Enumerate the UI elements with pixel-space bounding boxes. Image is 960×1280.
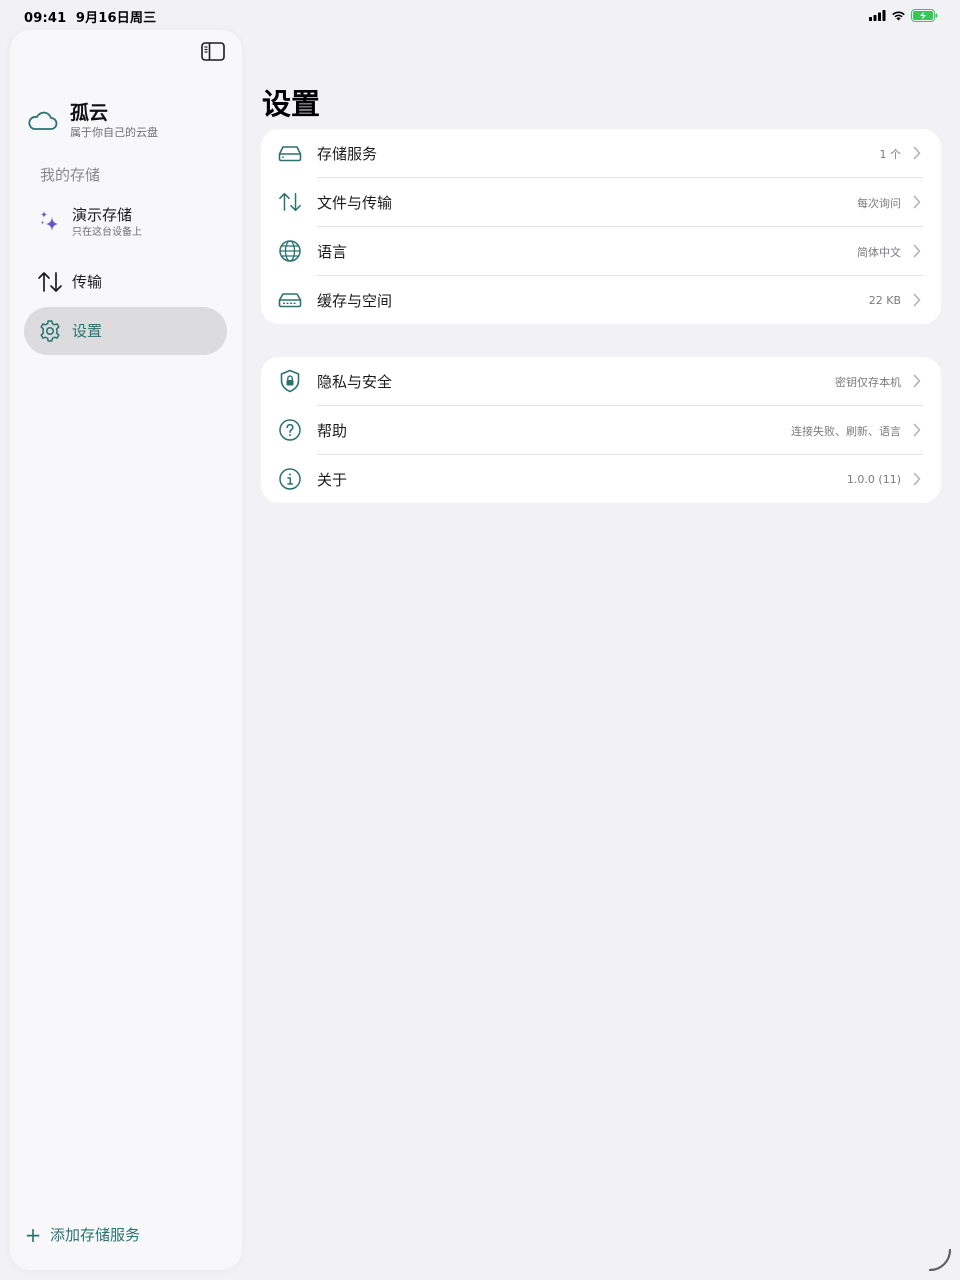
settings-row-label: 关于 <box>317 471 348 489</box>
chevron-right-icon <box>913 374 921 388</box>
arrow-up-down-icon <box>278 190 302 214</box>
sidebar-item-transfer[interactable]: 传输 <box>24 258 227 306</box>
chevron-right-icon <box>913 423 921 437</box>
status-date: 9月16日周三 <box>75 11 157 26</box>
sidebar-item-subtitle: 只在这台设备上 <box>72 226 142 238</box>
settings-row-value: 每次询问 <box>857 196 901 210</box>
chevron-right-icon <box>913 195 921 209</box>
sidebar-item-settings[interactable]: 设置 <box>24 307 227 355</box>
sparkles-icon <box>36 208 64 236</box>
settings-row-label: 缓存与空间 <box>317 292 393 310</box>
drive-icon <box>278 288 302 312</box>
settings-row-label: 文件与传输 <box>317 194 393 212</box>
battery-charging-icon <box>911 8 938 22</box>
settings-row-label: 语言 <box>317 243 348 261</box>
add-storage-service-label: 添加存储服务 <box>50 1226 141 1244</box>
settings-row-label: 帮助 <box>317 422 348 440</box>
info-circle-icon <box>278 467 302 491</box>
settings-row-value: 1.0.0 (11) <box>846 473 901 486</box>
status-indicators <box>869 8 938 22</box>
settings-row-storage-services[interactable]: 存储服务 1 个 <box>261 129 941 178</box>
chevron-right-icon <box>913 293 921 307</box>
app-title: 孤云 <box>70 102 109 124</box>
app-header: 孤云 属于你自己的云盘 <box>26 102 158 140</box>
sidebar-toggle-icon <box>201 41 225 61</box>
page-title: 设置 <box>262 87 321 121</box>
app-title-block: 孤云 属于你自己的云盘 <box>70 102 158 140</box>
settings-row-value: 1 个 <box>879 147 902 161</box>
question-circle-icon <box>278 418 302 442</box>
settings-row-label: 隐私与安全 <box>317 373 393 391</box>
plus-icon: + <box>24 1222 42 1247</box>
section-label-my-storage: 我的存储 <box>40 166 101 184</box>
status-clock: 09:41 <box>24 11 67 26</box>
sidebar-toggle-button[interactable] <box>200 40 226 62</box>
settings-row-label: 存储服务 <box>317 145 378 163</box>
settings-row-file-transfer[interactable]: 文件与传输 每次询问 <box>261 178 941 227</box>
sidebar-item-label: 演示存储 <box>72 205 133 224</box>
chevron-right-icon <box>913 472 921 486</box>
arrow-up-down-icon <box>36 268 64 296</box>
cloud-icon <box>28 111 58 130</box>
status-time: 09:41 9月16日周三 <box>24 7 156 26</box>
sidebar-item-label: 设置 <box>72 322 103 340</box>
chevron-right-icon <box>913 244 921 258</box>
window-resize-handle-icon[interactable] <box>928 1248 952 1272</box>
settings-row-cache[interactable]: 缓存与空间 22 KB <box>261 276 941 325</box>
settings-row-language[interactable]: 语言 简体中文 <box>261 227 941 276</box>
settings-row-about[interactable]: 关于 1.0.0 (11) <box>261 455 941 504</box>
sidebar: 孤云 属于你自己的云盘 我的存储 演示存储 只在这台设备上 传输 设置 + 添加… <box>10 30 242 1270</box>
settings-row-help[interactable]: 帮助 连接失败、刷新、语言 <box>261 406 941 455</box>
signal-icon <box>869 9 886 21</box>
globe-icon <box>278 239 302 263</box>
settings-row-privacy[interactable]: 隐私与安全 密钥仅存本机 <box>261 357 941 406</box>
sidebar-item-settings-text: 设置 <box>72 322 102 340</box>
gear-icon <box>36 317 64 345</box>
status-bar: 09:41 9月16日周三 <box>0 0 960 30</box>
chevron-right-icon <box>913 146 921 160</box>
add-storage-service-button[interactable]: + 添加存储服务 <box>24 1224 140 1245</box>
sidebar-item-demo-text: 演示存储 只在这台设备上 <box>72 206 142 239</box>
hard-drive-icon <box>278 141 302 165</box>
settings-group-general: 存储服务 1 个 文件与传输 每次询问 语言 简体中文 缓存与空间 22 KB <box>261 129 941 324</box>
settings-row-value: 密钥仅存本机 <box>835 375 901 389</box>
settings-row-value: 连接失败、刷新、语言 <box>791 424 901 438</box>
lock-shield-icon <box>278 369 302 393</box>
wifi-icon <box>892 10 905 20</box>
app-subtitle: 属于你自己的云盘 <box>70 126 158 139</box>
sidebar-item-transfer-text: 传输 <box>72 273 102 291</box>
sidebar-item-label: 传输 <box>72 273 103 291</box>
settings-row-value: 22 KB <box>868 294 901 307</box>
sidebar-item-demo-storage[interactable]: 演示存储 只在这台设备上 <box>24 196 227 248</box>
settings-group-about: 隐私与安全 密钥仅存本机 帮助 连接失败、刷新、语言 关于 1.0.0 (11) <box>261 357 941 503</box>
settings-row-value: 简体中文 <box>857 245 901 259</box>
